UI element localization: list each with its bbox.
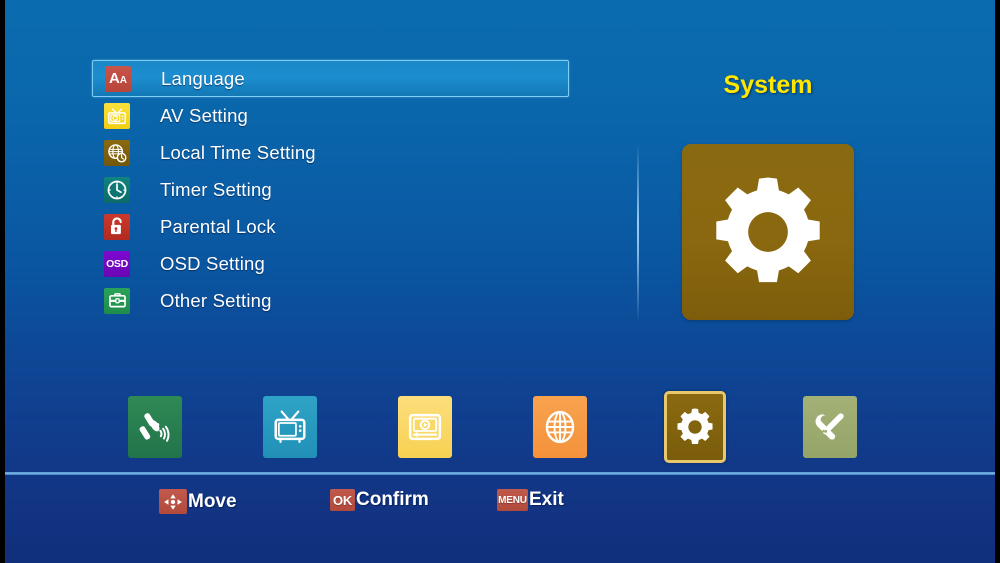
av-television-icon — [104, 102, 130, 129]
satellite-dish-icon — [139, 413, 170, 442]
briefcase-icon — [104, 287, 130, 314]
menu-item-label: Language — [161, 67, 245, 89]
icon-bar-item-system[interactable] — [664, 391, 726, 463]
help-item-label: Move — [188, 490, 237, 512]
menu-item-label: Timer Setting — [160, 178, 272, 200]
menu-item-label: Local Time Setting — [160, 141, 316, 163]
clock-icon — [104, 176, 130, 203]
ok-key-badge: OK — [330, 489, 355, 511]
icon-bar-item-channel[interactable] — [263, 396, 317, 458]
icon-bar-item-network[interactable] — [533, 396, 587, 458]
help-item-exit[interactable]: MENU Exit — [497, 489, 564, 511]
menu-item-av-setting[interactable]: AV Setting — [92, 97, 569, 134]
help-bar: Move OK Confirm MENU Exit — [0, 489, 1000, 523]
menu-item-language[interactable]: AA Language — [92, 60, 569, 97]
osd-text-icon: OSD — [104, 250, 130, 277]
language-aa-icon: AA — [105, 65, 131, 92]
menu-item-label: OSD Setting — [160, 252, 266, 274]
globe-icon — [545, 410, 575, 444]
help-item-confirm[interactable]: OK Confirm — [330, 489, 429, 511]
menu-item-osd-setting[interactable]: OSD OSD Setting — [92, 245, 569, 282]
page-title: System — [723, 71, 813, 99]
help-item-move[interactable]: Move — [159, 489, 237, 514]
menu-item-label: Other Setting — [160, 289, 272, 311]
help-item-label: Exit — [529, 489, 564, 510]
icon-bar-item-media[interactable] — [398, 396, 452, 458]
icon-bar-item-installation[interactable] — [128, 396, 182, 458]
globe-clock-icon — [104, 139, 130, 166]
menu-item-timer-setting[interactable]: Timer Setting — [92, 171, 569, 208]
menu-item-parental-lock[interactable]: Parental Lock — [92, 208, 569, 245]
system-menu-screen: AA Language AV Setting Local Time Settin… — [0, 0, 1000, 563]
footer-separator — [0, 472, 1000, 475]
system-gear-panel-icon — [682, 144, 854, 320]
gear-icon — [677, 408, 713, 444]
padlock-open-icon — [104, 213, 130, 240]
wrench-screwdriver-icon — [815, 413, 844, 440]
help-item-label: Confirm — [356, 489, 429, 510]
media-player-icon — [408, 413, 442, 441]
menu-item-label: AV Setting — [160, 104, 249, 126]
gear-icon — [716, 177, 820, 283]
menu-key-badge: MENU — [497, 489, 528, 511]
menu-item-other-setting[interactable]: Other Setting — [92, 282, 569, 319]
menu-item-label: Parental Lock — [160, 215, 276, 237]
dpad-arrows-icon — [159, 489, 187, 514]
television-icon — [274, 410, 306, 444]
menu-item-local-time-setting[interactable]: Local Time Setting — [92, 134, 569, 171]
icon-bar-item-tools[interactable] — [803, 396, 857, 458]
panel-divider — [637, 143, 639, 323]
main-icon-bar — [0, 391, 1000, 481]
system-menu-list: AA Language AV Setting Local Time Settin… — [92, 60, 569, 319]
